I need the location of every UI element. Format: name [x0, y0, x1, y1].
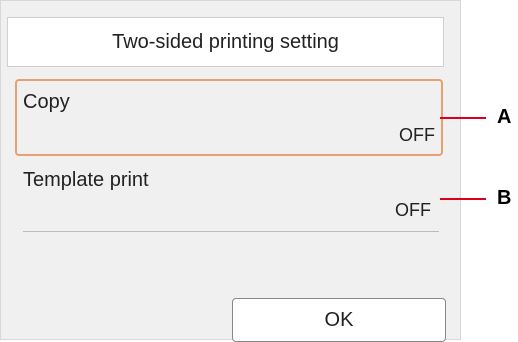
- title-bar: Two-sided printing setting: [7, 17, 444, 67]
- ok-button[interactable]: OK: [232, 298, 446, 342]
- callout-a-letter: A: [497, 106, 512, 128]
- callout-b-letter: B: [497, 187, 512, 209]
- setting-item-copy[interactable]: Copy OFF: [15, 79, 443, 156]
- setting-item-template-print[interactable]: Template print OFF: [15, 161, 443, 231]
- setting-label-template-print: Template print: [23, 169, 149, 191]
- setting-value-copy: OFF: [399, 125, 435, 145]
- callout-a-line: [440, 117, 486, 119]
- callout-b-line: [440, 198, 486, 200]
- page-title: Two-sided printing setting: [112, 30, 339, 53]
- printer-lcd-screen: Two-sided printing setting Copy OFF Temp…: [0, 0, 461, 340]
- setting-label-copy: Copy: [23, 91, 70, 113]
- list-divider: [23, 231, 439, 232]
- setting-value-template-print: OFF: [395, 200, 431, 220]
